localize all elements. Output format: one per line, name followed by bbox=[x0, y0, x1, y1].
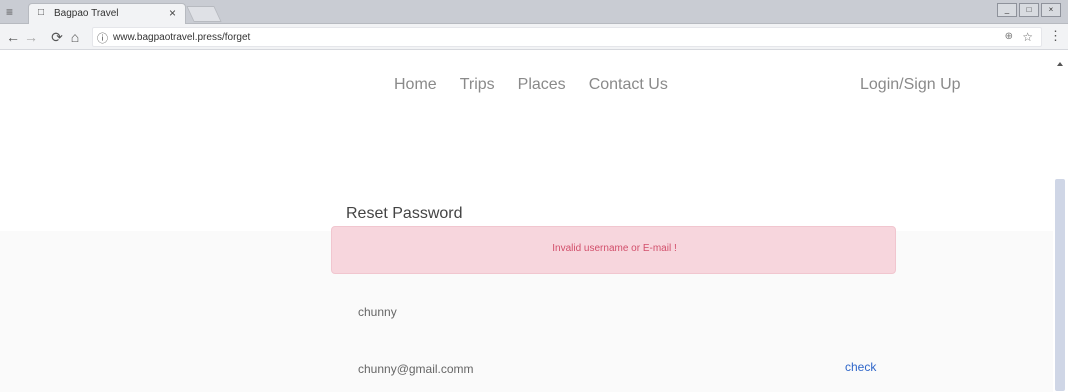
login-signup-link[interactable]: Login/Sign Up bbox=[860, 76, 961, 94]
scrollbar[interactable] bbox=[1053, 51, 1068, 392]
site-header: Home Trips Places Contact Us Login/Sign … bbox=[0, 51, 1068, 231]
browser-toolbar: ← → ⟳ ⌂ ⓘ www.bagpaotravel.press/forget … bbox=[0, 24, 1068, 50]
nav-places[interactable]: Places bbox=[518, 76, 566, 94]
window-controls: _ □ × bbox=[997, 3, 1061, 17]
main-nav: Home Trips Places Contact Us bbox=[394, 76, 668, 94]
scroll-thumb[interactable] bbox=[1055, 179, 1065, 391]
username-field[interactable]: chunny bbox=[358, 305, 397, 319]
scroll-up-icon[interactable] bbox=[1057, 62, 1063, 66]
close-icon[interactable]: × bbox=[169, 6, 176, 20]
browser-tab[interactable]: □ Bagpao Travel × bbox=[28, 3, 186, 24]
forward-arrow-icon[interactable]: → bbox=[22, 29, 40, 45]
address-url: www.bagpaotravel.press/forget bbox=[113, 32, 251, 43]
home-icon[interactable]: ⌂ bbox=[66, 29, 84, 45]
error-message: Invalid username or E-mail ! bbox=[552, 243, 677, 254]
tab-bar: ≡ □ Bagpao Travel × _ □ × bbox=[0, 0, 1068, 24]
browser-window: ≡ □ Bagpao Travel × _ □ × ← → ⟳ ⌂ ⓘ www.… bbox=[0, 0, 1068, 392]
minimize-icon[interactable]: _ bbox=[997, 3, 1017, 17]
check-button[interactable]: check bbox=[845, 360, 876, 374]
maximize-icon[interactable]: □ bbox=[1019, 3, 1039, 17]
page-icon: □ bbox=[38, 7, 45, 18]
star-icon[interactable]: ☆ bbox=[1022, 30, 1033, 44]
nav-contact-us[interactable]: Contact Us bbox=[589, 76, 668, 94]
tab-title: Bagpao Travel bbox=[54, 8, 119, 19]
more-vertical-icon[interactable]: ⋮ bbox=[1049, 28, 1062, 44]
zoom-icon[interactable]: ⊕ bbox=[1005, 31, 1013, 42]
nav-home[interactable]: Home bbox=[394, 76, 437, 94]
page-title: Reset Password bbox=[346, 205, 463, 222]
error-alert: Invalid username or E-mail ! bbox=[331, 226, 896, 274]
close-window-icon[interactable]: × bbox=[1041, 3, 1061, 17]
reload-icon[interactable]: ⟳ bbox=[48, 29, 66, 45]
address-bar[interactable]: ⓘ www.bagpaotravel.press/forget ⊕ ☆ bbox=[92, 27, 1042, 47]
nav-trips[interactable]: Trips bbox=[460, 76, 495, 94]
new-tab-button[interactable] bbox=[186, 6, 222, 22]
menu-icon[interactable]: ≡ bbox=[6, 5, 20, 19]
back-arrow-icon[interactable]: ← bbox=[4, 29, 22, 45]
info-icon[interactable]: ⓘ bbox=[97, 30, 108, 46]
email-field[interactable]: chunny@gmail.comm bbox=[358, 362, 474, 376]
page-viewport: Home Trips Places Contact Us Login/Sign … bbox=[0, 51, 1068, 392]
